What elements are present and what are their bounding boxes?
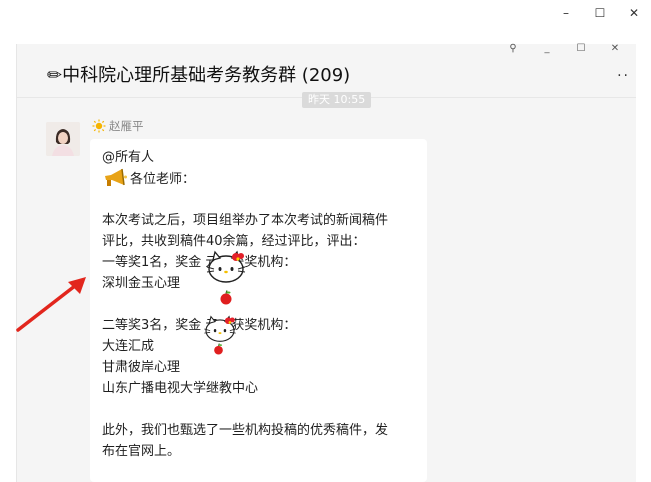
message-line: @所有人 [102, 150, 155, 165]
sender-info: 赵雁平 [92, 118, 144, 134]
chat-minimize-button[interactable]: _ [530, 42, 564, 56]
message-line: 甘肃彼岸心理 [102, 360, 181, 375]
more-icon[interactable]: ·· [617, 68, 630, 84]
message-bubble[interactable]: @所有人 各位老师： 本次考试之后，项目组举办了本次考试的新闻稿件 评比，共收到… [90, 139, 427, 482]
message-line: 大连汇成 [102, 339, 155, 354]
sender-name[interactable]: 赵雁平 [109, 118, 144, 134]
avatar[interactable] [46, 122, 80, 156]
chat-close-button[interactable]: ✕ [598, 42, 632, 56]
message-line [102, 399, 420, 420]
megaphone-icon [105, 168, 127, 186]
message-line: 山东广播电视大学继教中心 [102, 381, 259, 396]
window-controls: – ☐ ✕ [549, 0, 651, 26]
message-line: 评比，共收到稿件40余篇，经过评比，评出： [102, 234, 366, 249]
window-maximize-button[interactable]: ☐ [583, 0, 617, 26]
message-line-greeting: 各位老师： [102, 168, 420, 189]
message-line: 深圳金玉心理 [102, 276, 181, 291]
hello-kitty-sticker [204, 315, 236, 342]
chat-maximize-button[interactable]: ☐ [564, 42, 598, 56]
message-text: @所有人 各位老师： 本次考试之后，项目组举办了本次考试的新闻稿件 评比，共收到… [102, 147, 420, 462]
message-line: 此外，我们也甄选了一些机构投稿的优秀稿件，发 [102, 423, 389, 438]
message-line: 二等奖3名，奖金 元，获奖机构： [102, 318, 297, 333]
message-timestamp: 昨天 10:55 [302, 92, 372, 108]
message-line [102, 189, 420, 210]
window-minimize-button[interactable]: – [549, 0, 583, 26]
message-line: 本次考试之后，项目组举办了本次考试的新闻稿件 [102, 213, 389, 228]
message-line: 各位老师： [130, 172, 196, 187]
pin-icon[interactable]: ⚲ [496, 42, 530, 56]
message-line [102, 294, 420, 315]
window-close-button[interactable]: ✕ [617, 0, 651, 26]
message-line: 布在官网上。 [102, 444, 181, 459]
message-line: 一等奖1名，奖金 元，获奖机构： [102, 255, 297, 270]
apple-icon [214, 343, 223, 355]
chat-window: ⚲ _ ☐ ✕ ✏中科院心理所基础考务教务群 (209) ·· 昨天 10:55… [16, 44, 636, 482]
apple-icon [220, 290, 232, 305]
chat-window-controls: ⚲ _ ☐ ✕ [496, 42, 632, 56]
sun-icon [92, 119, 106, 133]
red-arrow-annotation [16, 277, 86, 332]
chat-title: ✏中科院心理所基础考务教务群 (209) [47, 65, 351, 86]
hello-kitty-sticker [206, 250, 246, 283]
